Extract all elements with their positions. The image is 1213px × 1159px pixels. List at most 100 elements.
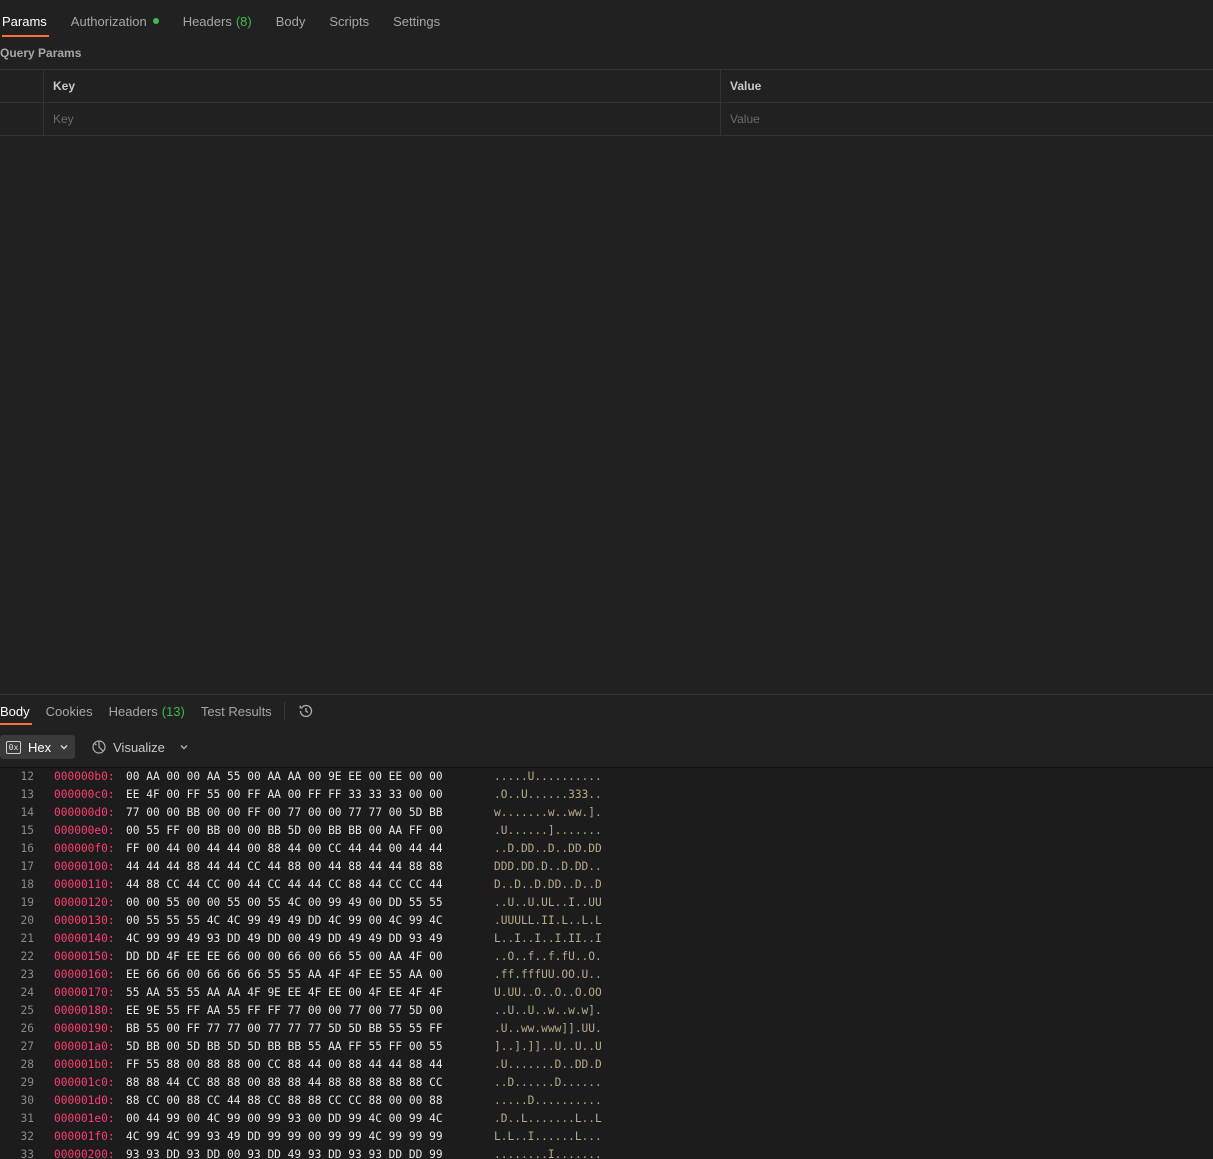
chevron-down-icon — [60, 745, 68, 750]
hex-ascii: .....D.......... — [494, 1094, 602, 1107]
visualize-button[interactable]: Visualize — [91, 739, 165, 755]
hex-address: 000001d0: — [54, 1094, 115, 1107]
line-number: 19 — [20, 896, 34, 909]
hex-ascii: ........I....... — [494, 1148, 602, 1159]
hex-line: 22 00000150: DD DD 4F EE EE 66 00 00 66 00… — [0, 948, 1213, 966]
response-tab-body-label: Body — [0, 703, 30, 719]
checkbox-column-header — [0, 70, 44, 102]
hex-line: 13 000000c0: EE 4F 00 FF 55 00 FF AA 00 FF… — [0, 786, 1213, 804]
tab-authorization[interactable]: Authorization — [59, 0, 171, 42]
hex-line: 29 000001c0: 88 88 44 CC 88 88 00 88 88 44… — [0, 1074, 1213, 1092]
table-header-row: Key Value — [0, 70, 1213, 103]
tab-scripts-label: Scripts — [329, 13, 370, 29]
response-tab-headers[interactable]: Headers (13) — [101, 695, 193, 727]
hex-ascii: ..U..U..w..w.w]. — [494, 1004, 602, 1017]
hex-line: 32 000001f0: 4C 99 4C 99 93 49 DD 99 99 00… — [0, 1128, 1213, 1146]
hex-address: 00000120: — [54, 896, 115, 909]
hex-ascii: .D..L.......L..L — [494, 1112, 602, 1125]
hex-bytes: EE 4F 00 FF 55 00 FF AA 00 FF FF 33 33 3… — [126, 788, 443, 801]
hex-bytes: 4C 99 4C 99 93 49 DD 99 99 00 99 99 4C 9… — [126, 1130, 443, 1143]
hex-bytes: 00 55 55 55 4C 4C 99 49 49 DD 4C 99 00 4… — [126, 914, 443, 927]
hex-ascii: .ff.fffUU.OO.U.. — [494, 968, 602, 981]
hex-line: 24 00000170: 55 AA 55 55 AA AA 4F 9E EE 4F… — [0, 984, 1213, 1002]
line-number: 29 — [20, 1076, 34, 1089]
tab-headers-count: (8) — [235, 13, 252, 29]
response-toolbar: 0x Hex Visualize — [0, 735, 189, 759]
hex-line: 14 000000d0: 77 00 00 BB 00 00 FF 00 77 00… — [0, 804, 1213, 822]
hex-address: 000000f0: — [54, 842, 115, 855]
response-tab-test-results-label: Test Results — [200, 703, 272, 719]
tab-scripts[interactable]: Scripts — [317, 0, 381, 42]
line-number: 24 — [20, 986, 34, 999]
value-column-header: Value — [730, 79, 762, 93]
hex-viewer[interactable]: 12 000000b0: 00 AA 00 00 AA 55 00 AA AA 00… — [0, 767, 1213, 1159]
format-select-label: Hex — [28, 739, 52, 755]
hex-line: 23 00000160: EE 66 66 00 66 66 66 55 55 AA… — [0, 966, 1213, 984]
hex-address: 000001b0: — [54, 1058, 115, 1071]
tab-headers[interactable]: Headers (8) — [171, 0, 264, 42]
value-input[interactable]: Value — [721, 103, 1213, 135]
tab-body-label: Body — [275, 13, 306, 29]
hex-ascii: w.......w..ww.]. — [494, 806, 602, 819]
hex-ascii: .UUULL.II.L..L.L — [494, 914, 602, 927]
tab-headers-label: Headers — [182, 13, 232, 29]
hex-line: 17 00000100: 44 44 44 88 44 44 CC 44 88 00… — [0, 858, 1213, 876]
auth-status-dot — [152, 18, 159, 24]
response-tab-test-results[interactable]: Test Results — [193, 695, 280, 727]
tab-settings-label: Settings — [393, 13, 441, 29]
row-checkbox-cell — [0, 103, 44, 135]
query-params-table: Key Value Key Value — [0, 69, 1213, 136]
hex-address: 00000110: — [54, 878, 115, 891]
history-icon[interactable] — [291, 695, 321, 727]
line-number: 28 — [20, 1058, 34, 1071]
hex-line: 30 000001d0: 88 CC 00 88 CC 44 88 CC 88 88… — [0, 1092, 1213, 1110]
tab-body[interactable]: Body — [264, 0, 318, 42]
hex-address: 00000100: — [54, 860, 115, 873]
hex-line: 26 00000190: BB 55 00 FF 77 77 00 77 77 77… — [0, 1020, 1213, 1038]
hex-address: 00000160: — [54, 968, 115, 981]
hex-bytes: 00 AA 00 00 AA 55 00 AA AA 00 9E EE 00 E… — [126, 770, 443, 783]
line-number: 27 — [20, 1040, 34, 1053]
response-tab-headers-count: (13) — [161, 703, 185, 719]
line-number: 18 — [20, 878, 34, 891]
hex-line: 25 00000180: EE 9E 55 FF AA 55 FF FF 77 00… — [0, 1002, 1213, 1020]
tab-params[interactable]: Params — [0, 0, 59, 42]
hex-ascii: L..I..I..I.II..I — [494, 932, 602, 945]
hex-ascii: ..U..U.UL..I..UU — [494, 896, 602, 909]
line-number: 33 — [20, 1148, 34, 1159]
hex-line: 18 00000110: 44 88 CC 44 CC 00 44 CC 44 44… — [0, 876, 1213, 894]
hex-bytes: 4C 99 99 49 93 DD 49 DD 00 49 DD 49 49 D… — [126, 932, 443, 945]
response-tab-cookies[interactable]: Cookies — [38, 695, 101, 727]
hex-bytes: 88 CC 00 88 CC 44 88 CC 88 88 CC CC 88 0… — [126, 1094, 443, 1107]
hex-address: 000001f0: — [54, 1130, 115, 1143]
hex-ascii: L.L..I......L... — [494, 1130, 602, 1143]
line-number: 17 — [20, 860, 34, 873]
hex-ascii: .O..U......333.. — [494, 788, 602, 801]
line-number: 21 — [20, 932, 34, 945]
response-tab-headers-label: Headers — [108, 703, 158, 719]
response-tab-body[interactable]: Body — [0, 695, 38, 727]
hex-address: 000000b0: — [54, 770, 115, 783]
key-column-header: Key — [44, 70, 721, 102]
visualize-label: Visualize — [113, 739, 165, 755]
hex-bytes: 77 00 00 BB 00 00 FF 00 77 00 00 77 77 0… — [126, 806, 443, 819]
hex-format-icon: 0x — [6, 740, 21, 754]
line-number: 16 — [20, 842, 34, 855]
hex-bytes: EE 66 66 00 66 66 66 55 55 AA 4F 4F EE 5… — [126, 968, 443, 981]
hex-ascii: ..D.DD..D..DD.DD — [494, 842, 602, 855]
hex-bytes: FF 00 44 00 44 44 00 88 44 00 CC 44 44 0… — [126, 842, 443, 855]
line-number: 32 — [20, 1130, 34, 1143]
hex-address: 00000190: — [54, 1022, 115, 1035]
hex-line: 28 000001b0: FF 55 88 00 88 88 00 CC 88 44… — [0, 1056, 1213, 1074]
visualize-dropdown-chevron-icon[interactable] — [179, 742, 189, 752]
hex-address: 00000130: — [54, 914, 115, 927]
tab-authorization-label: Authorization — [70, 13, 147, 29]
format-select[interactable]: 0x Hex — [0, 735, 76, 759]
query-params-title: Query Params — [0, 46, 82, 60]
hex-bytes: 00 00 55 00 00 55 00 55 4C 00 99 49 00 D… — [126, 896, 443, 909]
hex-line: 33 00000200: 93 93 DD 93 DD 00 93 DD 49 93… — [0, 1146, 1213, 1159]
request-tab-bar: Params Authorization Headers (8) Body Sc… — [0, 0, 1213, 42]
hex-line: 12 000000b0: 00 AA 00 00 AA 55 00 AA AA 00… — [0, 768, 1213, 786]
tab-settings[interactable]: Settings — [381, 0, 452, 42]
key-input[interactable]: Key — [44, 103, 721, 135]
